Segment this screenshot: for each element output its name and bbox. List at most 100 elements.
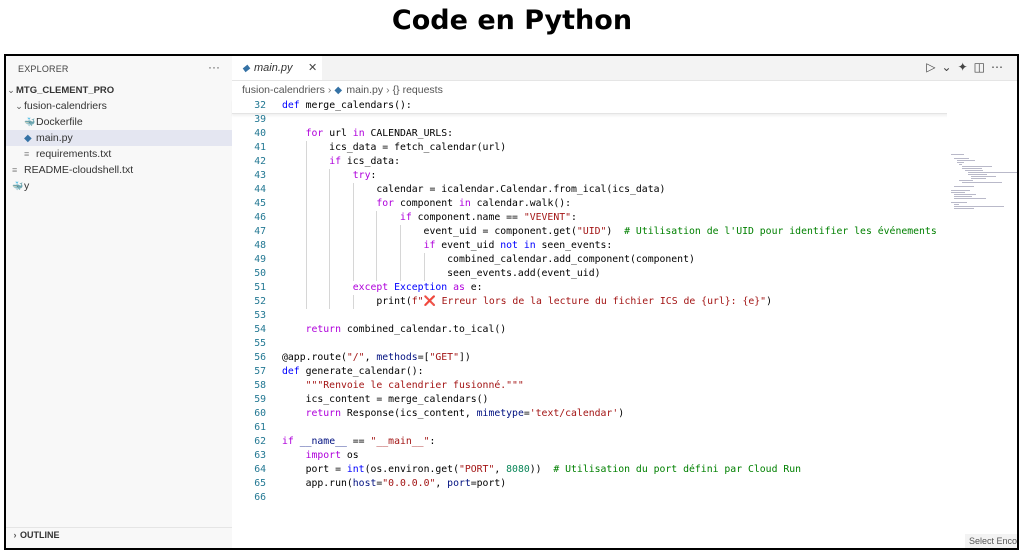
tree-item-dockerfile[interactable]: 🐳Dockerfile: [6, 114, 250, 130]
indent-guide: [305, 141, 307, 155]
line-number: 43: [254, 170, 266, 181]
breadcrumb-symbol[interactable]: {} requests: [393, 84, 443, 96]
indent-guide: [329, 267, 331, 281]
code-line[interactable]: 57 def generate_calendar():: [232, 365, 972, 379]
code-line[interactable]: 49 combined_calendar.add_component(compo…: [232, 253, 972, 267]
chevron-down-icon: ⌄: [7, 85, 15, 95]
code-line[interactable]: 60 return Response(ics_content, mimetype…: [232, 407, 972, 421]
code-line[interactable]: 51 except Exception as e:: [232, 281, 972, 295]
code-line[interactable]: 63 import os: [232, 449, 972, 463]
line-number: 52: [254, 296, 266, 307]
indent-guide: [329, 183, 331, 197]
code-line[interactable]: 45 for component in calendar.walk():: [232, 197, 972, 211]
code-line[interactable]: 43 try:: [232, 169, 972, 183]
code-line[interactable]: 55: [232, 337, 972, 351]
close-icon[interactable]: ✕: [308, 56, 317, 80]
docker-icon: 🐳: [24, 117, 36, 127]
code-text: """Renvoie le calendrier fusionné.""": [305, 380, 524, 391]
text-file-icon: ≡: [12, 165, 18, 175]
breadcrumb-file[interactable]: main.py: [346, 84, 383, 96]
chevron-right-icon: ›: [13, 530, 17, 540]
code-text: ics_content = merge_calendars(): [282, 394, 489, 405]
minimap-line: [953, 194, 976, 195]
code-line[interactable]: 40 for url in CALENDAR_URLS:: [232, 127, 972, 141]
indent-guide: [305, 197, 307, 211]
line-number: 47: [254, 226, 266, 237]
tree-item-main-py[interactable]: ◆ main.py: [6, 130, 250, 146]
explorer-header: EXPLORER: [18, 64, 69, 74]
line-number: 58: [254, 380, 266, 391]
indent-guide: [376, 267, 378, 281]
minimap-line: [965, 170, 983, 171]
line-number: 41: [254, 142, 266, 153]
code-line[interactable]: 66: [232, 491, 972, 505]
indent-guide: [329, 253, 331, 267]
code-text: if event_uid not in seen_events:: [423, 240, 613, 251]
code-text: def generate_calendar():: [282, 366, 424, 377]
more-actions-icon[interactable]: ⋯: [991, 60, 1009, 74]
code-text: combined_calendar.add_component(componen…: [282, 254, 695, 265]
indent-guide: [305, 281, 307, 295]
code-line[interactable]: 41 ics_data = fetch_calendar(url): [232, 141, 972, 155]
split-editor-icon[interactable]: ◫: [974, 60, 991, 74]
tree-item-fusion-calendriers[interactable]: ⌄fusion-calendriers: [6, 98, 240, 114]
tab-main-py[interactable]: ◆ main.py ✕: [232, 56, 322, 80]
code-line[interactable]: 39: [232, 113, 972, 127]
code-text: except Exception as e:: [352, 282, 483, 293]
minimap-line: [959, 180, 973, 181]
code-line[interactable]: 53: [232, 309, 972, 323]
code-text: calendar = icalendar.Calendar.from_ical(…: [282, 184, 666, 195]
tree-item-y[interactable]: 🐳y: [6, 178, 238, 194]
code-text: return Response(ics_content, mimetype='t…: [305, 408, 625, 419]
line-number: 66: [254, 492, 266, 503]
tree-item-label: y: [24, 180, 30, 192]
minimap-line: [953, 186, 975, 187]
run-icon[interactable]: ▷: [926, 60, 941, 74]
code-line[interactable]: 48 if event_uid not in seen_events:: [232, 239, 972, 253]
editor-actions: ▷⌄✦◫⋯: [926, 60, 1009, 74]
indent-guide: [352, 183, 354, 197]
encoding-status[interactable]: Select Enco: [964, 534, 1017, 548]
indent-guide: [305, 225, 307, 239]
chevron-right-icon: ›: [327, 84, 332, 96]
code-line[interactable]: 56 @app.route("/", methods=["GET"]): [232, 351, 972, 365]
sparkle-icon[interactable]: ✦: [958, 60, 974, 74]
code-line[interactable]: 65 app.run(host="0.0.0.0", port=port): [232, 477, 972, 491]
tree-item-requirements[interactable]: ≡ requirements.txt: [6, 146, 250, 162]
code-line[interactable]: 54 return combined_calendar.to_ical(): [232, 323, 972, 337]
code-line[interactable]: 46 if component.name == "VEVENT":: [232, 211, 972, 225]
workspace-root[interactable]: ⌄MTG_CLEMENT_PRO: [6, 82, 232, 98]
code-text: @app.route("/", methods=["GET"]): [282, 352, 471, 363]
line-number: 51: [254, 282, 266, 293]
indent-guide: [400, 253, 401, 267]
code-line[interactable]: 52 print(f"❌ Erreur lors de la lecture d…: [232, 295, 972, 309]
more-actions-icon[interactable]: ···: [208, 60, 220, 74]
chevron-down-icon[interactable]: ⌄: [942, 60, 958, 74]
vscode-window: EXPLORER ··· ⌄MTG_CLEMENT_PRO ⌄fusion-ca…: [4, 54, 1019, 550]
indent-guide: [329, 225, 331, 239]
minimap[interactable]: [947, 84, 1017, 524]
indent-guide: [352, 295, 354, 309]
code-line[interactable]: 42 if ics_data:: [232, 155, 972, 169]
indent-guide: [305, 183, 307, 197]
code-line[interactable]: 32 def merge_calendars():: [232, 99, 972, 114]
outline-section[interactable]: › OUTLINE: [6, 527, 232, 542]
code-text: def merge_calendars():: [282, 100, 412, 111]
minimap-line: [951, 192, 966, 193]
code-line[interactable]: 47 event_uid = component.get("UID") # Ut…: [232, 225, 972, 239]
code-line[interactable]: 62 if __name__ == "__main__":: [232, 435, 972, 449]
line-number: 42: [254, 156, 266, 167]
indent-guide: [376, 239, 378, 253]
code-line[interactable]: 59 ics_content = merge_calendars(): [232, 393, 972, 407]
code-line[interactable]: 61: [232, 421, 972, 435]
breadcrumb-folder[interactable]: fusion-calendriers: [242, 84, 325, 96]
code-line[interactable]: 44 calendar = icalendar.Calendar.from_ic…: [232, 183, 972, 197]
minimap-line: [970, 176, 996, 177]
docker-icon: 🐳: [12, 181, 24, 191]
tree-item-label: Dockerfile: [36, 116, 83, 128]
code-line[interactable]: 64 port = int(os.environ.get("PORT", 808…: [232, 463, 972, 477]
code-line[interactable]: 58 """Renvoie le calendrier fusionné.""": [232, 379, 972, 393]
indent-guide: [352, 211, 354, 225]
tree-item-readme[interactable]: ≡ README-cloudshell.txt: [6, 162, 238, 178]
code-line[interactable]: 50 seen_events.add(event_uid): [232, 267, 972, 281]
